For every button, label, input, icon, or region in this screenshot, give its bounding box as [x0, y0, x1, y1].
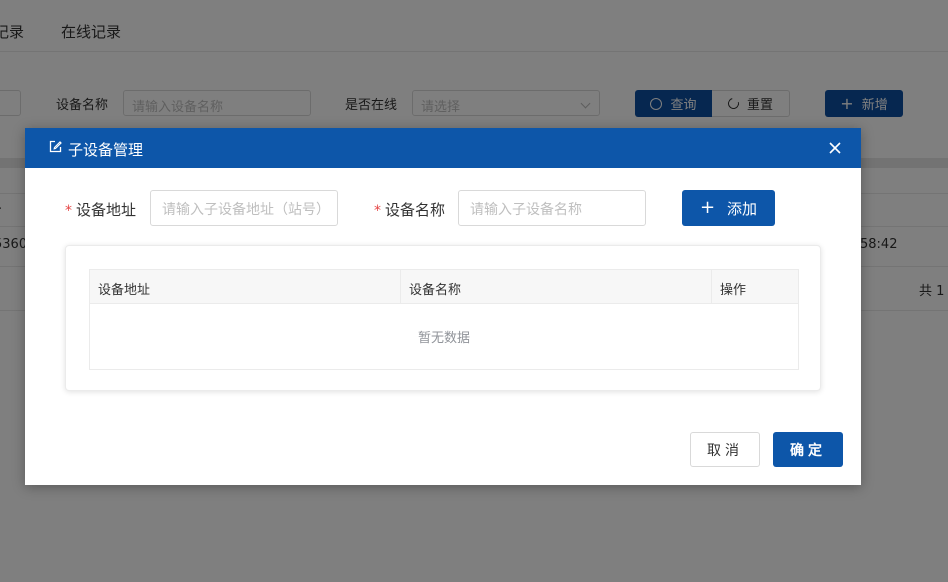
add-sub-device-button[interactable]: + 添加 [682, 190, 775, 226]
edit-icon [49, 140, 62, 153]
sub-device-table-card: 设备地址 设备名称 操作 暂无数据 [65, 245, 821, 391]
cancel-button[interactable]: 取消 [690, 432, 760, 467]
column-header-actions: 操作 [711, 270, 798, 304]
device-name-label-text: 设备名称 [385, 201, 446, 219]
add-button-label: 添加 [727, 199, 758, 218]
dialog-title: 子设备管理 [68, 141, 144, 159]
device-name-placeholder: 请输入子设备名称 [470, 202, 582, 218]
empty-state-text: 暂无数据 [417, 331, 470, 346]
device-address-placeholder: 请输入子设备地址（站号） [162, 202, 330, 218]
sub-device-dialog: 子设备管理 * 设备地址 请输入子设备地址（站号） * 设备名称 请输入子设备名称 … [25, 128, 861, 485]
table-header: 设备地址 设备名称 操作 [90, 270, 798, 304]
close-icon[interactable] [826, 139, 844, 157]
column-header-address: 设备地址 [98, 283, 151, 298]
required-mark: * [65, 203, 72, 219]
device-name-input[interactable]: 请输入子设备名称 [458, 190, 646, 226]
confirm-button[interactable]: 确定 [773, 432, 843, 467]
plus-icon: + [699, 197, 716, 218]
device-address-label: * 设备地址 [65, 199, 136, 220]
dialog-header: 子设备管理 [25, 128, 861, 168]
required-mark: * [374, 203, 381, 219]
device-address-input[interactable]: 请输入子设备地址（站号） [150, 190, 338, 226]
device-name-label: * 设备名称 [374, 199, 445, 220]
device-address-label-text: 设备地址 [76, 201, 137, 219]
sub-device-form: * 设备地址 请输入子设备地址（站号） * 设备名称 请输入子设备名称 + 添加 [25, 190, 861, 226]
column-header-name: 设备名称 [400, 270, 711, 304]
sub-device-table: 设备地址 设备名称 操作 暂无数据 [89, 269, 799, 370]
